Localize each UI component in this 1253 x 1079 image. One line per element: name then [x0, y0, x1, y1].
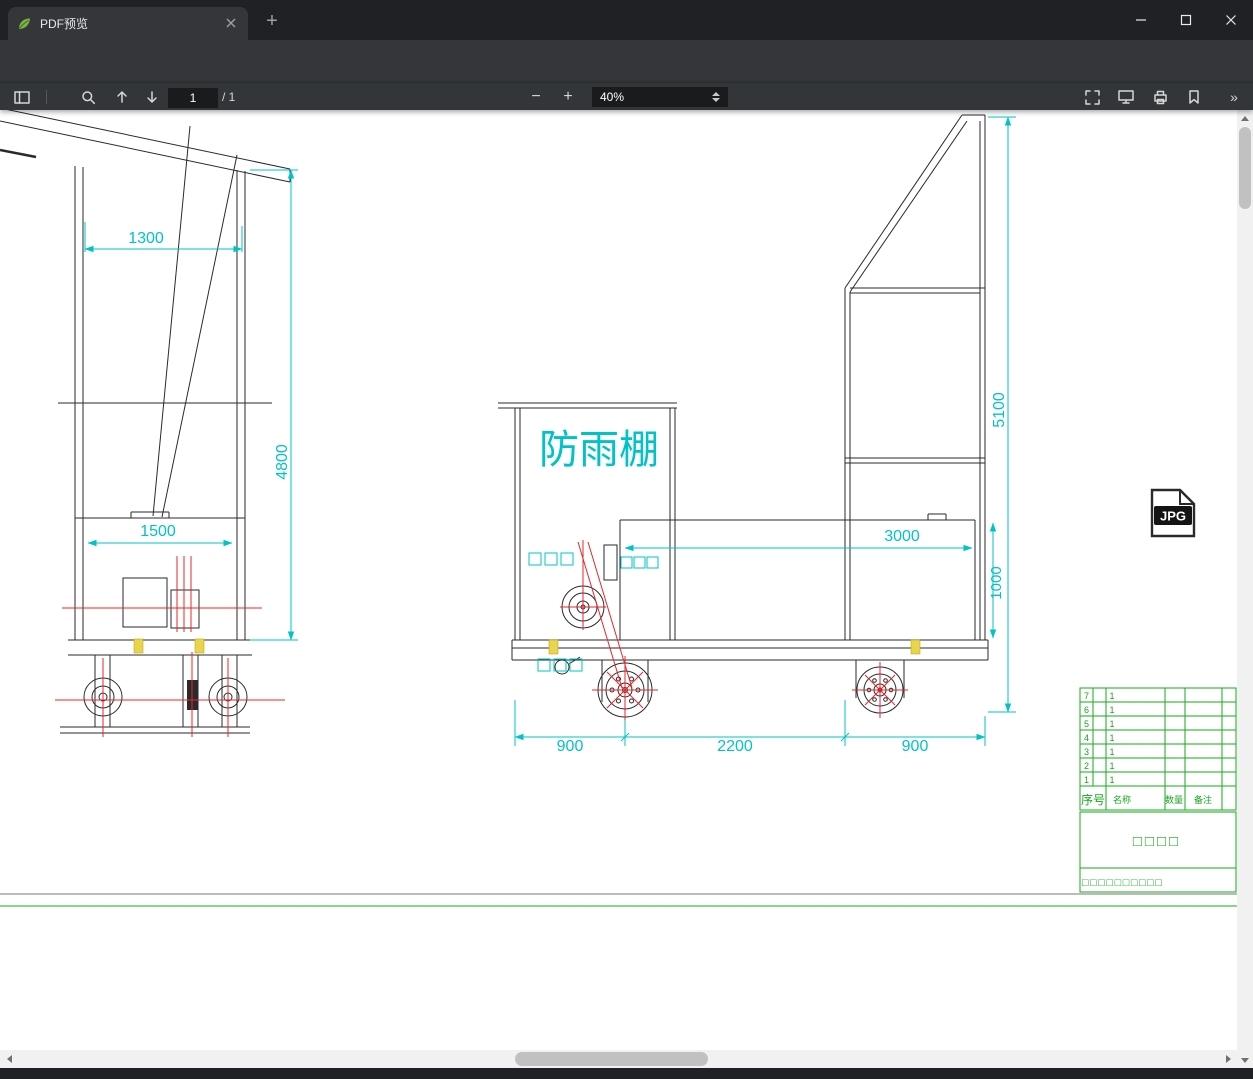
dim-label-side-box-width: 3000 [884, 528, 920, 545]
bom-row-qty: 1 [1109, 775, 1114, 785]
bom-row-qty: 1 [1109, 761, 1114, 771]
front-view-linework [0, 110, 291, 734]
zoom-in-button[interactable]: + [556, 83, 580, 111]
browser-tabstrip: PDF预览 + [0, 0, 1253, 40]
zoom-value: 40% [600, 90, 625, 104]
window-close-button[interactable] [1208, 0, 1253, 40]
title-block-footer: □□□□□□□□□□ [1082, 877, 1163, 889]
window-maximize-button[interactable] [1163, 0, 1208, 40]
cad-drawing: 1300 4800 1500 防雨棚 3000 1000 5100 900 22… [0, 110, 1237, 907]
scroll-right-button[interactable] [1219, 1050, 1237, 1068]
bom-row-qty: 1 [1109, 733, 1114, 743]
window-bottom-edge [0, 1068, 1253, 1079]
dim-label-front-height: 4800 [274, 444, 291, 480]
dim-label-side-box-height: 1000 [988, 566, 1005, 599]
sheet-boundary [0, 893, 1237, 907]
tab-title: PDF预览 [40, 17, 89, 31]
dim-label-span-left: 900 [557, 738, 584, 755]
dim-label-front-top-width: 1300 [128, 230, 164, 247]
jpg-file-icon: JPG [1150, 488, 1196, 538]
bom-header-name: 名称 [1113, 794, 1131, 805]
bom-row-number: 3 [1084, 747, 1089, 757]
yellow-pads [133, 638, 921, 655]
dim-label-side-height: 5100 [991, 392, 1008, 428]
bom-row-number: 1 [1084, 775, 1089, 785]
more-tools-icon[interactable]: » [1222, 83, 1246, 111]
bom-header-index: 序号 [1081, 792, 1105, 807]
bom-header-note: 备注 [1194, 794, 1212, 805]
page-total-label: / 1 [222, 90, 236, 104]
search-icon[interactable] [76, 83, 100, 111]
bom-row-number: 5 [1084, 719, 1089, 729]
side-view-linework [498, 114, 989, 718]
scroll-up-button[interactable] [1237, 110, 1253, 126]
bom-row-qty: 1 [1109, 691, 1114, 701]
pdf-toolbar: / 1 − + 40% » [0, 82, 1253, 110]
sidebar-toggle-icon[interactable] [10, 83, 34, 111]
bom-row-number: 7 [1084, 691, 1089, 701]
favicon-leaf-icon [19, 18, 30, 29]
presentation-icon[interactable] [1114, 83, 1138, 111]
zoom-select[interactable]: 40% [592, 87, 728, 107]
vertical-scroll-thumb[interactable] [1239, 127, 1251, 209]
bom-row-qty: 1 [1109, 705, 1114, 715]
page-down-icon[interactable] [140, 83, 164, 111]
page-up-icon[interactable] [110, 83, 134, 111]
bom-row-number: 2 [1084, 761, 1089, 771]
bom-row-qty: 1 [1109, 719, 1114, 729]
dim-label-span-mid: 2200 [717, 738, 753, 755]
horizontal-scrollbar[interactable] [0, 1050, 1237, 1068]
browser-tab[interactable]: PDF预览 [8, 7, 248, 40]
bom-row-number: 6 [1084, 705, 1089, 715]
page-canvas: 1300 4800 1500 防雨棚 3000 1000 5100 900 22… [0, 110, 1237, 1050]
select-arrows-icon [712, 92, 720, 102]
zoom-out-button[interactable]: − [524, 83, 548, 111]
dim-label-front-lower-width: 1500 [140, 523, 176, 540]
scroll-left-button[interactable] [0, 1050, 18, 1068]
window-controls [1118, 0, 1253, 40]
bom-row-number: 4 [1084, 733, 1089, 743]
fullscreen-icon[interactable] [1080, 83, 1104, 111]
new-tab-button[interactable]: + [258, 8, 286, 36]
toolbar-divider [46, 90, 47, 104]
page-number-input[interactable] [168, 88, 218, 108]
tab-close-icon[interactable] [222, 15, 240, 33]
title-block-title: □□□□ [1133, 833, 1181, 850]
jpg-badge-label: JPG [1160, 509, 1186, 524]
bom-row-qty: 1 [1109, 747, 1114, 757]
horizontal-scroll-thumb[interactable] [515, 1052, 708, 1066]
dim-label-span-right: 900 [902, 738, 929, 755]
window-minimize-button[interactable] [1118, 0, 1163, 40]
rain-shelter-label: 防雨棚 [539, 428, 659, 472]
scroll-down-button[interactable] [1237, 1052, 1253, 1068]
bookmark-icon[interactable] [1182, 83, 1206, 111]
bom-header-qty: 数量 [1165, 794, 1183, 805]
browser-toolbar: localhost:8012/onlinePreview?url=http%3A… [0, 40, 1253, 116]
vertical-scrollbar[interactable] [1237, 110, 1253, 1068]
print-icon[interactable] [1148, 83, 1172, 111]
title-block: 7 6 5 4 3 2 1 1 1 1 1 1 1 1 序号 名称 数量 备注 … [1079, 687, 1237, 893]
